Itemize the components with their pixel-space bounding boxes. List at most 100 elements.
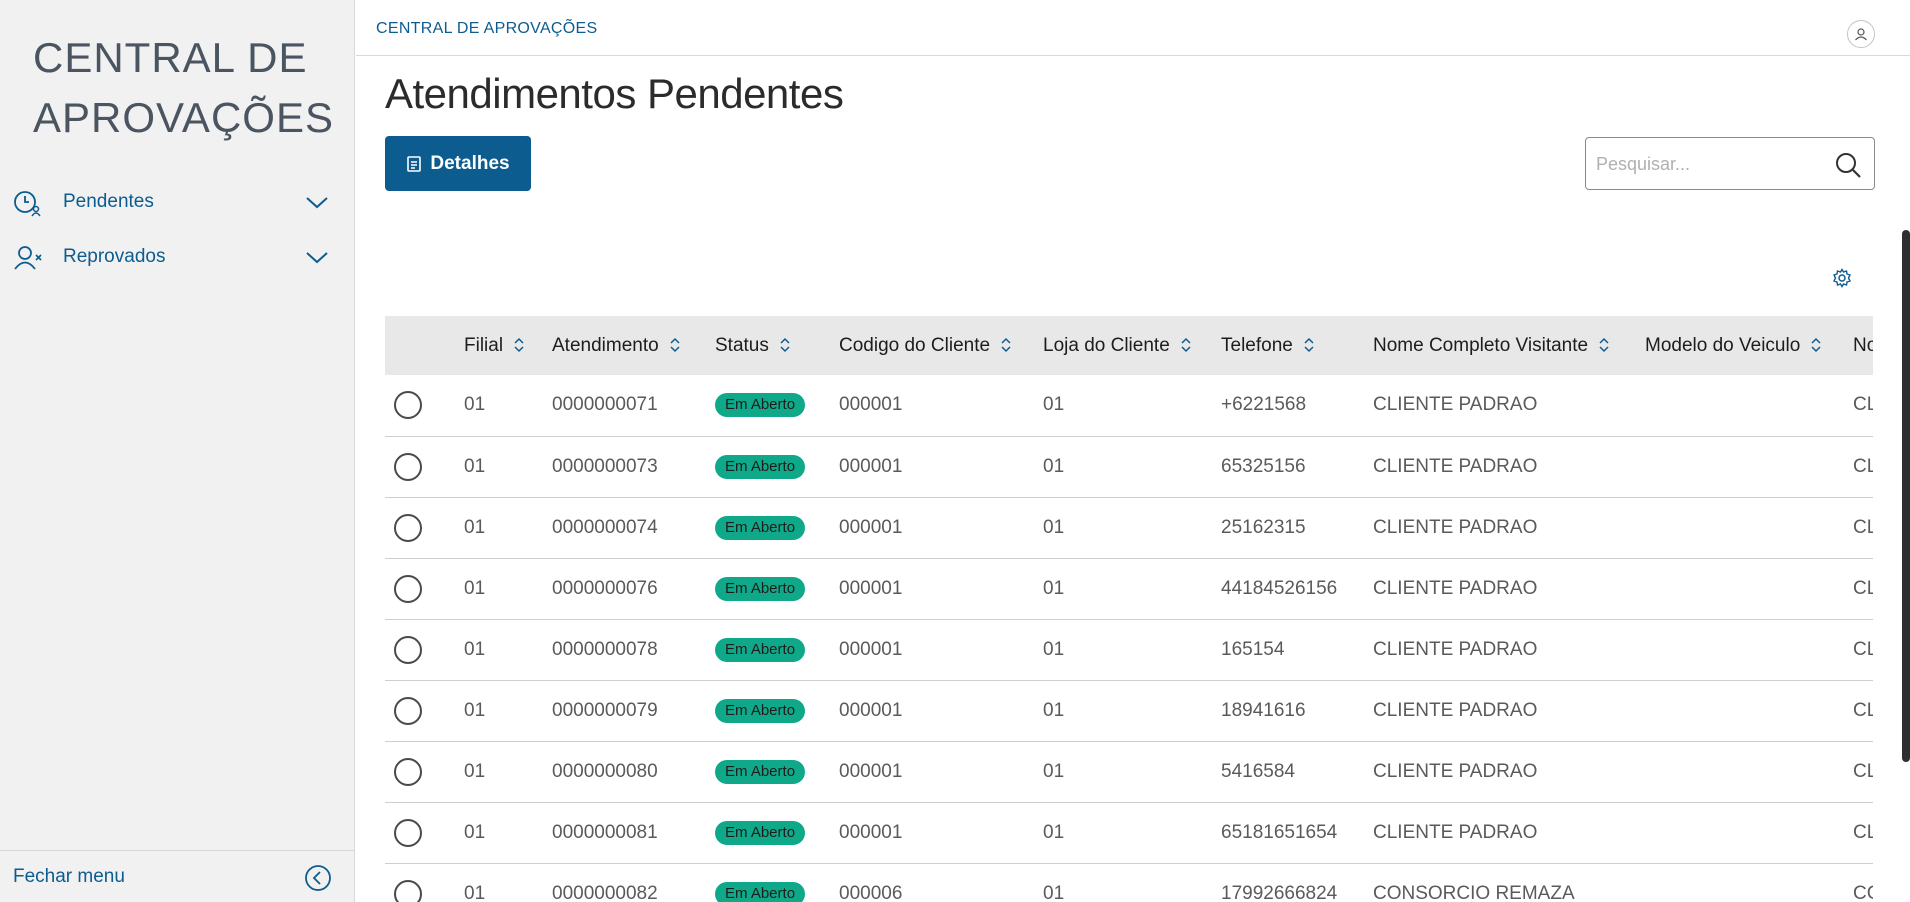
cell-filial: 01 xyxy=(464,760,486,782)
user-avatar[interactable] xyxy=(1847,20,1875,48)
column-header-status[interactable]: Status xyxy=(715,316,839,375)
sort-icon[interactable] xyxy=(669,337,681,353)
search-icon[interactable] xyxy=(1834,151,1862,179)
cell-status: Em Aberto xyxy=(715,375,839,436)
close-menu-label[interactable]: Fechar menu xyxy=(13,866,125,888)
row-radio-button[interactable] xyxy=(394,574,422,603)
column-header-codigo-cliente[interactable]: Codigo do Cliente xyxy=(839,316,1043,375)
status-badge: Em Aberto xyxy=(715,881,806,902)
table-row[interactable]: 01 0000000071 Em Aberto 000001 01 +6221568 CLI… xyxy=(385,375,1873,436)
row-radio-button[interactable] xyxy=(394,391,422,420)
chevron-left-circle-icon[interactable] xyxy=(304,864,332,892)
scrollbar[interactable] xyxy=(1902,230,1910,762)
cell-modelo xyxy=(1645,863,1853,902)
status-badge: Em Aberto xyxy=(715,454,806,479)
close-menu-bar[interactable]: Fechar menu xyxy=(0,850,355,902)
row-select-cell xyxy=(385,558,464,619)
sort-icon[interactable] xyxy=(1000,337,1012,353)
table-row[interactable]: 01 0000000078 Em Aberto 000001 01 165154 CLIEN… xyxy=(385,619,1873,680)
column-header-telefone[interactable]: Telefone xyxy=(1221,316,1373,375)
cell-nome: CLIENTE PADRAO xyxy=(1373,577,1538,599)
row-radio-button[interactable] xyxy=(394,635,422,664)
table-row[interactable]: 01 0000000073 Em Aberto 000001 01 65325156 CLI… xyxy=(385,436,1873,497)
cell-modelo xyxy=(1645,375,1853,436)
cell-loja: 01 xyxy=(1043,882,1065,902)
search-box[interactable] xyxy=(1585,137,1875,190)
row-radio-button[interactable] xyxy=(394,696,422,725)
sort-icon[interactable] xyxy=(1303,337,1315,353)
sort-icon[interactable] xyxy=(1180,337,1192,353)
cell-extra: CL xyxy=(1853,760,1873,782)
cell-atendimento: 0000000073 xyxy=(552,455,658,477)
cell-telefone: +6221568 xyxy=(1221,394,1307,416)
column-header-filial[interactable]: Filial xyxy=(464,316,552,375)
search-input[interactable] xyxy=(1596,150,1826,178)
cell-loja: 01 xyxy=(1043,455,1065,477)
row-select-cell xyxy=(385,619,464,680)
cell-loja: 01 xyxy=(1043,394,1065,416)
user-x-icon xyxy=(14,246,42,270)
cell-status: Em Aberto xyxy=(715,863,839,902)
cell-loja: 01 xyxy=(1043,760,1065,782)
table-header-row: Filial Atendimento Status Codigo do Clie… xyxy=(385,316,1873,375)
sort-icon[interactable] xyxy=(513,337,525,353)
cell-telefone: 25162315 xyxy=(1221,516,1306,538)
row-radio-button[interactable] xyxy=(394,818,422,847)
status-badge: Em Aberto xyxy=(715,393,806,418)
column-header-nome-visitante[interactable]: Nome Completo Visitante xyxy=(1373,316,1645,375)
chevron-down-icon[interactable] xyxy=(304,248,330,266)
cell-extra: CL xyxy=(1853,699,1873,721)
row-radio-button[interactable] xyxy=(394,513,422,542)
page-title: Atendimentos Pendentes xyxy=(385,70,844,117)
row-select-cell xyxy=(385,802,464,863)
sidebar-item-reprovados[interactable]: Reprovados xyxy=(0,232,355,282)
table-row[interactable]: 01 0000000082 Em Aberto 000006 01 17992666824… xyxy=(385,863,1873,902)
table-row[interactable]: 01 0000000079 Em Aberto 000001 01 18941616 CLI… xyxy=(385,680,1873,741)
cell-status: Em Aberto xyxy=(715,558,839,619)
sidebar-item-pendentes[interactable]: Pendentes xyxy=(0,177,355,227)
status-badge: Em Aberto xyxy=(715,698,806,723)
top-bar: CENTRAL DE APROVAÇÕES xyxy=(356,0,1910,56)
row-radio-button[interactable] xyxy=(394,879,422,902)
table-row[interactable]: 01 0000000080 Em Aberto 000001 01 5416584 CLIE… xyxy=(385,741,1873,802)
gear-icon[interactable] xyxy=(1832,268,1852,288)
column-header-loja-cliente[interactable]: Loja do Cliente xyxy=(1043,316,1221,375)
row-select-cell xyxy=(385,375,464,436)
cell-modelo xyxy=(1645,619,1853,680)
cell-atendimento: 0000000081 xyxy=(552,821,658,843)
row-radio-button[interactable] xyxy=(394,757,422,786)
cell-status: Em Aberto xyxy=(715,619,839,680)
table-row[interactable]: 01 0000000074 Em Aberto 000001 01 25162315 CLI… xyxy=(385,497,1873,558)
cell-codigo: 000006 xyxy=(839,882,903,902)
table-row[interactable]: 01 0000000081 Em Aberto 000001 01 65181651654… xyxy=(385,802,1873,863)
row-select-cell xyxy=(385,741,464,802)
cell-extra: CL xyxy=(1853,455,1873,477)
column-header-modelo-veiculo[interactable]: Modelo do Veiculo xyxy=(1645,316,1853,375)
cell-codigo: 000001 xyxy=(839,821,903,843)
row-select-cell xyxy=(385,863,464,902)
cell-status: Em Aberto xyxy=(715,436,839,497)
status-badge: Em Aberto xyxy=(715,820,806,845)
cell-loja: 01 xyxy=(1043,821,1065,843)
sort-icon[interactable] xyxy=(1598,337,1610,353)
cell-telefone: 65181651654 xyxy=(1221,821,1338,843)
cell-atendimento: 0000000074 xyxy=(552,516,658,538)
column-header-truncated[interactable]: No xyxy=(1853,316,1873,375)
cell-filial: 01 xyxy=(464,882,486,902)
breadcrumb[interactable]: CENTRAL DE APROVAÇÕES xyxy=(376,20,597,38)
cell-filial: 01 xyxy=(464,394,486,416)
details-button[interactable]: Detalhes xyxy=(385,136,531,191)
cell-loja: 01 xyxy=(1043,516,1065,538)
cell-telefone: 165154 xyxy=(1221,638,1285,660)
cell-codigo: 000001 xyxy=(839,516,903,538)
cell-modelo xyxy=(1645,436,1853,497)
sort-icon[interactable] xyxy=(779,337,791,353)
sort-icon[interactable] xyxy=(1810,337,1822,353)
row-radio-button[interactable] xyxy=(394,452,422,481)
chevron-down-icon[interactable] xyxy=(304,193,330,211)
column-header-atendimento[interactable]: Atendimento xyxy=(552,316,715,375)
table-row[interactable]: 01 0000000076 Em Aberto 000001 01 44184526156… xyxy=(385,558,1873,619)
cell-extra: CL xyxy=(1853,638,1873,660)
clock-user-icon xyxy=(14,191,41,217)
cell-filial: 01 xyxy=(464,577,486,599)
